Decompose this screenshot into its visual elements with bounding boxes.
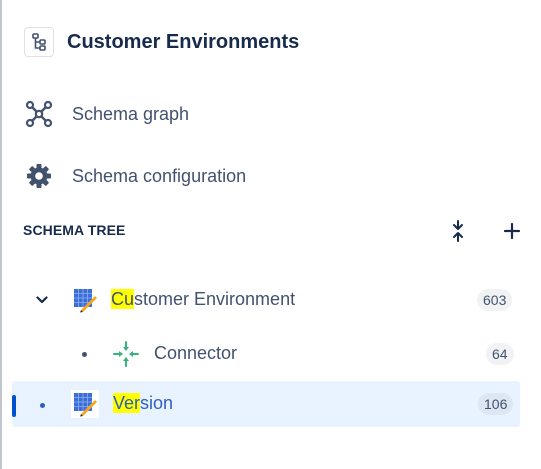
tree-structure-icon (24, 27, 54, 57)
nav-label: Schema graph (72, 103, 190, 124)
selected-indicator (12, 395, 16, 417)
object-type-icon (70, 285, 100, 315)
tree-item-connector[interactable]: Connector 64 (12, 334, 520, 374)
graph-icon (24, 99, 54, 129)
schema-header: Customer Environments (24, 26, 299, 58)
nav-schema-graph[interactable]: Schema graph (24, 99, 189, 129)
chevron-down-icon[interactable] (34, 292, 50, 308)
object-count-badge: 64 (486, 343, 514, 365)
connector-icon (111, 339, 141, 369)
tree-item-label: Version (113, 393, 174, 413)
object-count-badge: 106 (478, 393, 514, 415)
collapse-all-icon (453, 220, 463, 242)
tree-item-label: Customer Environment (111, 289, 296, 309)
nav-label: Schema configuration (72, 165, 247, 186)
schema-tree-title: SCHEMA TREE (23, 222, 126, 238)
nav-schema-configuration[interactable]: Schema configuration (24, 161, 246, 191)
tree-bullet (40, 403, 45, 408)
add-object-type-button[interactable] (500, 219, 524, 243)
tree-item-version[interactable]: Version 106 (12, 381, 520, 427)
object-type-icon (70, 389, 100, 419)
page-title: Customer Environments (67, 30, 300, 53)
tree-bullet (82, 352, 87, 357)
gear-icon (24, 161, 54, 191)
collapse-all-button[interactable] (446, 219, 470, 243)
plus-icon (503, 222, 521, 240)
object-count-badge: 603 (477, 289, 513, 311)
tree-item-customer-environment[interactable]: Customer Environment 603 (12, 280, 520, 320)
tree-item-label: Connector (154, 343, 238, 363)
panel-left-border (0, 0, 2, 469)
